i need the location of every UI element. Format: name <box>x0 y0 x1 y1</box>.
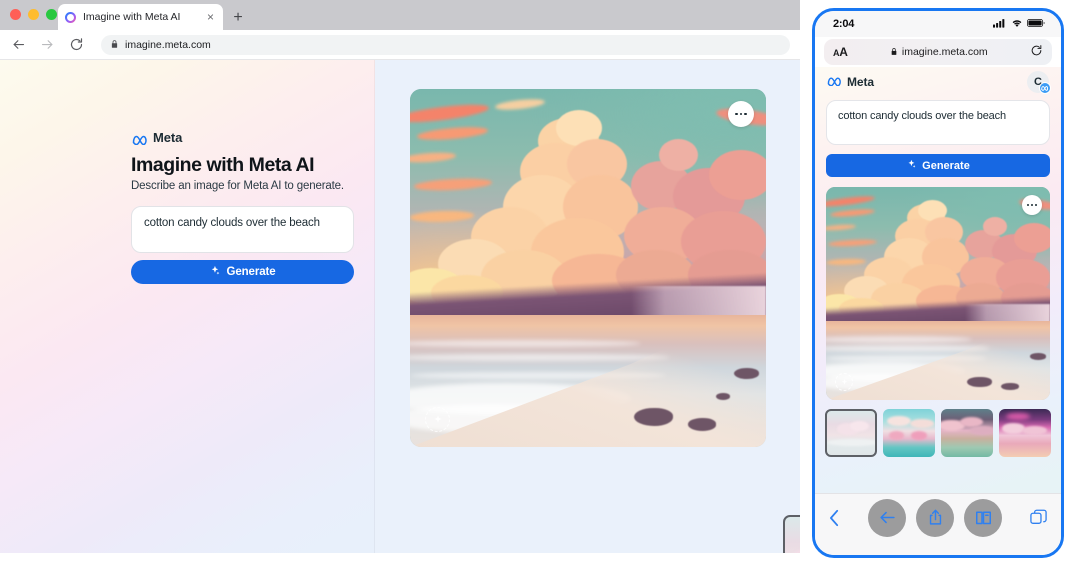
mobile-toolbar-center-group <box>868 498 1002 537</box>
desktop-browser-window: Imagine with Meta AI × + imagine.meta.co… <box>0 0 800 553</box>
mobile-image-more-options-button[interactable] <box>1022 195 1042 215</box>
page-title: Imagine with Meta AI <box>131 154 315 176</box>
mobile-address-bar-url-group: imagine.meta.com <box>890 46 988 58</box>
image-artwork <box>410 89 766 447</box>
mobile-web-page: Meta C cotton candy clouds over the beac… <box>815 67 1061 555</box>
overlay-bookmarks-button[interactable] <box>964 498 1002 537</box>
share-icon <box>928 509 943 526</box>
generate-button[interactable]: Generate <box>131 260 354 284</box>
mobile-address-bar[interactable]: AA imagine.meta.com <box>824 39 1052 65</box>
close-tab-icon[interactable]: × <box>205 11 216 23</box>
mobile-back-chevron-icon[interactable] <box>829 509 840 527</box>
generate-button-label: Generate <box>226 266 276 278</box>
mobile-generate-button[interactable]: Generate <box>826 154 1050 177</box>
battery-icon <box>1027 15 1045 33</box>
page-subtitle: Describe an image for Meta AI to generat… <box>131 180 344 192</box>
meta-infinity-icon <box>827 73 843 91</box>
overlay-share-button[interactable] <box>916 498 954 537</box>
screenshot-stage: Imagine with Meta AI × + imagine.meta.co… <box>0 0 1080 569</box>
minimize-window-button[interactable] <box>28 9 39 20</box>
wifi-icon <box>1011 15 1023 33</box>
mobile-generate-label: Generate <box>922 159 970 172</box>
back-arrow-icon <box>879 509 896 526</box>
mobile-thumbnail-variation-2[interactable] <box>883 409 935 457</box>
bookmarks-icon <box>975 510 992 525</box>
kebab-dot-icon <box>1027 204 1029 206</box>
thumbnail-variation-1[interactable] <box>783 515 800 553</box>
mobile-browser-toolbar <box>815 493 1061 555</box>
reload-icon[interactable] <box>1030 44 1043 60</box>
reload-icon[interactable] <box>68 37 84 53</box>
meta-wordmark: Meta <box>153 130 183 145</box>
new-tab-button[interactable]: + <box>228 8 248 28</box>
image-artwork <box>826 187 1050 400</box>
forward-arrow-icon[interactable] <box>39 37 55 53</box>
browser-toolbar: imagine.meta.com <box>0 30 800 60</box>
browser-tab[interactable]: Imagine with Meta AI × <box>58 4 223 30</box>
maximize-window-button[interactable] <box>46 9 57 20</box>
sparkle-icon <box>209 265 220 279</box>
prompt-panel: Meta Imagine with Meta AI Describe an im… <box>0 60 375 553</box>
close-window-button[interactable] <box>10 9 21 20</box>
overlay-back-button[interactable] <box>868 498 906 537</box>
mobile-thumbnail-variation-1[interactable] <box>825 409 877 457</box>
mobile-url-text: imagine.meta.com <box>901 46 988 58</box>
prompt-input[interactable]: cotton candy clouds over the beach <box>131 206 354 253</box>
kebab-dot-icon <box>735 112 738 116</box>
ai-watermark-icon <box>835 373 853 391</box>
web-page-content: Meta Imagine with Meta AI Describe an im… <box>0 60 800 553</box>
meta-wordmark: Meta <box>847 75 874 89</box>
window-traffic-lights <box>10 9 57 20</box>
image-more-options-button[interactable] <box>728 101 754 127</box>
kebab-dot-icon <box>1031 204 1033 206</box>
generated-image[interactable] <box>410 89 766 447</box>
mobile-thumbnail-variation-4[interactable] <box>999 409 1051 457</box>
status-bar-icons <box>993 15 1045 33</box>
kebab-dot-icon <box>744 112 747 116</box>
meta-infinity-icon <box>132 132 149 146</box>
mobile-tabs-icon[interactable] <box>1030 509 1047 526</box>
sparkle-icon <box>906 159 916 172</box>
ai-watermark-icon <box>425 407 450 432</box>
variation-thumbnails <box>783 515 800 553</box>
meta-badge-icon <box>1039 82 1051 94</box>
results-panel <box>375 60 800 553</box>
mobile-site-header: Meta C <box>815 67 1061 97</box>
browser-title-bar: Imagine with Meta AI × + <box>0 0 800 30</box>
mobile-generated-image[interactable] <box>826 187 1050 400</box>
mobile-variation-thumbnails <box>825 409 1051 457</box>
mobile-thumbnail-variation-3[interactable] <box>941 409 993 457</box>
avatar[interactable]: C <box>1027 71 1051 94</box>
lock-icon <box>110 39 119 51</box>
lock-icon <box>890 47 898 58</box>
tab-title: Imagine with Meta AI <box>83 11 181 23</box>
status-bar-time: 2:04 <box>833 18 855 30</box>
meta-logo: Meta <box>827 73 874 91</box>
tab-favicon-icon <box>65 12 76 23</box>
text-size-button[interactable]: AA <box>833 45 848 59</box>
mobile-prompt-input[interactable]: cotton candy clouds over the beach <box>826 100 1050 145</box>
mobile-device-frame: 2:04 AA imagine.meta.com Meta C cotton c… <box>812 8 1064 558</box>
address-bar[interactable]: imagine.meta.com <box>101 34 790 55</box>
meta-logo: Meta <box>132 130 183 146</box>
kebab-dot-icon <box>739 112 743 116</box>
mobile-status-bar: 2:04 <box>815 11 1061 37</box>
cellular-signal-icon <box>993 15 1007 33</box>
kebab-dot-icon <box>1035 204 1037 206</box>
address-bar-url: imagine.meta.com <box>125 38 211 51</box>
back-arrow-icon[interactable] <box>10 37 26 53</box>
